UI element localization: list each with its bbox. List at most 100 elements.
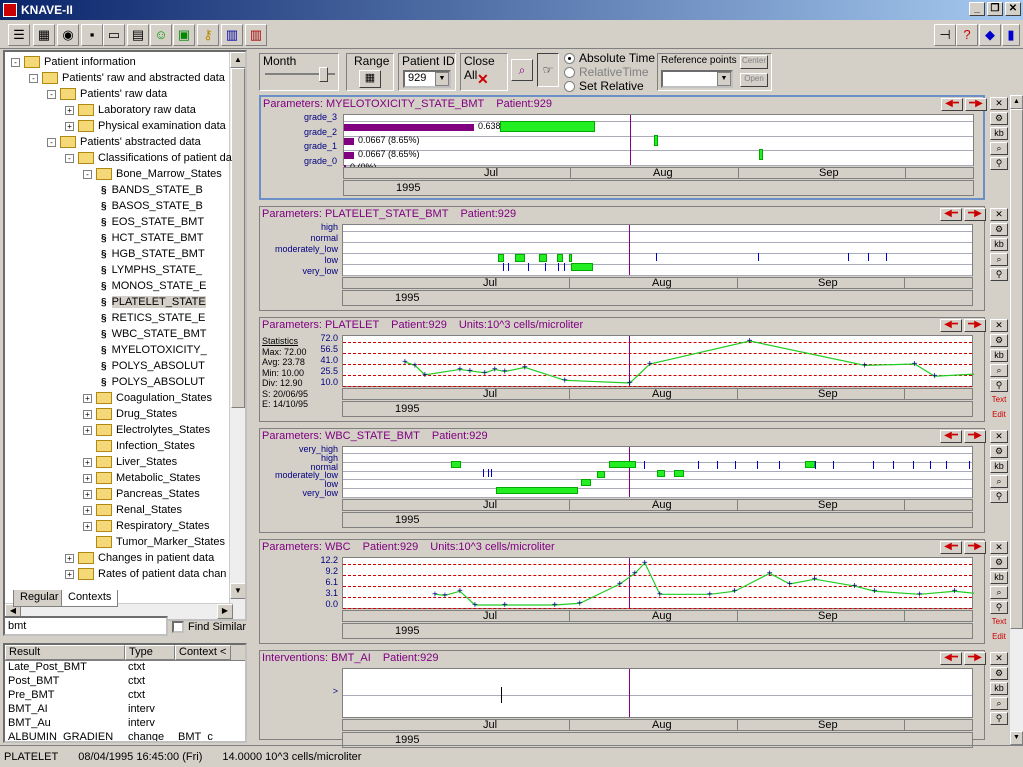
state-interval[interactable] <box>805 461 815 468</box>
kb-icon[interactable]: kb <box>990 682 1008 695</box>
expand-icon[interactable]: - <box>29 73 38 83</box>
expand-icon[interactable]: + <box>83 521 92 531</box>
data-point[interactable]: + <box>912 359 918 370</box>
zoom-panel-icon[interactable]: ⌕ <box>990 364 1008 377</box>
book-icon[interactable]: ◆ <box>979 24 1001 46</box>
state-interval[interactable] <box>569 254 572 262</box>
data-point[interactable]: + <box>917 589 923 600</box>
tree-node[interactable]: - Classifications of patient da <box>65 150 232 166</box>
data-point[interactable]: + <box>562 375 568 386</box>
state-interval[interactable] <box>498 254 504 262</box>
plot-area[interactable]: 0.638 (82.7%)0.0667 (8.65%)0.0667 (8.65%… <box>343 114 974 172</box>
tree-node[interactable]: § WBC_STATE_BMT <box>101 326 207 342</box>
tree-node[interactable]: + Metabolic_States <box>83 470 200 486</box>
edit-button[interactable]: Edit <box>990 631 1008 644</box>
camera-icon[interactable]: ◉ <box>57 24 79 46</box>
zoom-panel-icon[interactable]: ⌕ <box>990 586 1008 599</box>
main-scrollbar[interactable]: ▲ ▼ <box>1009 95 1023 745</box>
edit-button[interactable]: Edit <box>990 409 1008 422</box>
data-point[interactable]: + <box>457 586 463 597</box>
close-panel-icon[interactable]: ✕ <box>990 97 1008 110</box>
tree-node[interactable]: - Bone_Marrow_States <box>83 166 222 182</box>
expand-icon[interactable]: - <box>47 89 56 99</box>
wand-icon[interactable]: ⚙ <box>990 667 1008 680</box>
state-interval[interactable] <box>657 470 665 477</box>
scroll-left-icon[interactable]: ◀━ <box>941 98 963 111</box>
data-point[interactable]: + <box>492 364 498 375</box>
minimize-button[interactable]: _ <box>969 2 985 16</box>
tree-node[interactable]: § POLYS_ABSOLUT <box>101 374 205 390</box>
wand-icon[interactable]: ⚙ <box>990 223 1008 236</box>
data-point[interactable]: + <box>747 336 753 347</box>
set-relative-radio[interactable]: Set Relative <box>564 79 644 93</box>
data-point[interactable]: + <box>522 362 528 373</box>
data-point[interactable]: + <box>422 370 428 381</box>
parameter-panel[interactable]: Parameters: WBC Patient:929 Units:10^3 cel… <box>259 539 986 644</box>
tree-node[interactable]: + Liver_States <box>83 454 177 470</box>
expand-icon[interactable]: + <box>83 425 92 435</box>
tree-node[interactable]: + Laboratory raw data <box>65 102 196 118</box>
scroll-left-icon[interactable]: ◀━ <box>940 208 962 221</box>
table-row[interactable]: Pre_BMT ctxt <box>5 689 245 703</box>
scroll-left-icon[interactable]: ◀━ <box>940 652 962 665</box>
state-interval[interactable] <box>539 254 547 262</box>
data-point[interactable]: + <box>872 586 878 597</box>
state-interval[interactable] <box>500 121 595 132</box>
parameter-panel[interactable]: Parameters: MYELOTOXICITY_STATE_BMT Patie… <box>259 95 987 200</box>
expand-icon[interactable]: + <box>83 409 92 419</box>
data-point[interactable]: + <box>862 360 868 371</box>
data-point[interactable]: + <box>502 600 508 610</box>
data-point[interactable]: + <box>732 586 738 597</box>
table-row[interactable]: Post_BMT ctxt <box>5 675 245 689</box>
state-interval[interactable] <box>571 263 593 271</box>
tree-scrollbar[interactable]: ▲ ▼ <box>229 52 245 619</box>
table-icon[interactable]: ▦ <box>33 24 55 46</box>
tree-node[interactable]: § BANDS_STATE_B <box>101 182 203 198</box>
col-result[interactable]: Result <box>5 645 125 660</box>
ref-points-select[interactable]: ▼ <box>661 70 733 88</box>
graph-icon[interactable]: ⚲ <box>990 712 1008 725</box>
data-point[interactable]: + <box>457 364 463 375</box>
kb-icon[interactable]: kb <box>990 349 1008 362</box>
print-icon[interactable]: ▤ <box>127 24 149 46</box>
parameter-panel[interactable]: Interventions: BMT_AI Patient:929 ◀━ ━▶ Jul A… <box>259 650 986 748</box>
concept-tree[interactable]: ▲ ▼ ◀ ▶ - Patient information - Patients' r… <box>3 50 247 621</box>
scroll-right-icon[interactable]: ━▶ <box>964 652 986 665</box>
tree-node[interactable]: § EOS_STATE_BMT <box>101 214 204 230</box>
close-all-button[interactable]: ✕ <box>477 71 489 88</box>
zoom-panel-icon[interactable]: ⌕ <box>990 697 1008 710</box>
search-input[interactable]: bmt <box>3 616 168 636</box>
tree-node[interactable]: § BASOS_STATE_B <box>101 198 203 214</box>
scroll-right-icon[interactable]: ━▶ <box>964 319 986 332</box>
expand-icon[interactable]: - <box>83 169 92 179</box>
graph-icon[interactable]: ⚲ <box>990 490 1008 503</box>
tree-node[interactable]: § HGB_STATE_BMT <box>101 246 205 262</box>
graph-icon[interactable]: ⚲ <box>990 157 1008 170</box>
plot-area[interactable] <box>342 668 973 718</box>
wand-icon[interactable]: ⚙ <box>990 112 1008 125</box>
close-panel-icon[interactable]: ✕ <box>990 541 1008 554</box>
state-interval[interactable] <box>759 149 763 160</box>
tree-icon[interactable]: ☰ <box>8 24 30 46</box>
tree-node[interactable]: + Respiratory_States <box>83 518 210 534</box>
tree-node[interactable]: + Coagulation_States <box>83 390 212 406</box>
col-context[interactable]: Context < <box>175 645 231 660</box>
plot-area[interactable] <box>342 446 973 498</box>
state-interval[interactable] <box>515 254 525 262</box>
expand-icon[interactable]: - <box>11 57 20 67</box>
tab-regular[interactable]: Regular <box>13 590 66 607</box>
data-point[interactable]: + <box>642 558 648 569</box>
data-point[interactable]: + <box>932 371 938 382</box>
graph-icon[interactable]: ⚲ <box>990 268 1008 281</box>
table-row[interactable]: Late_Post_BMT ctxt <box>5 661 245 675</box>
kb-icon[interactable]: kb <box>990 127 1008 140</box>
table-row[interactable]: BMT_AI interv <box>5 703 245 717</box>
data-point[interactable]: + <box>482 368 488 379</box>
data-point[interactable]: + <box>707 589 713 600</box>
data-point[interactable]: + <box>632 568 638 579</box>
expand-icon[interactable]: + <box>65 121 74 131</box>
tree-node[interactable]: Tumor_Marker_States <box>83 534 225 550</box>
expand-icon[interactable]: - <box>65 153 74 163</box>
tree-node[interactable]: + Pancreas_States <box>83 486 200 502</box>
hand-icon[interactable]: ☞ <box>537 53 559 87</box>
